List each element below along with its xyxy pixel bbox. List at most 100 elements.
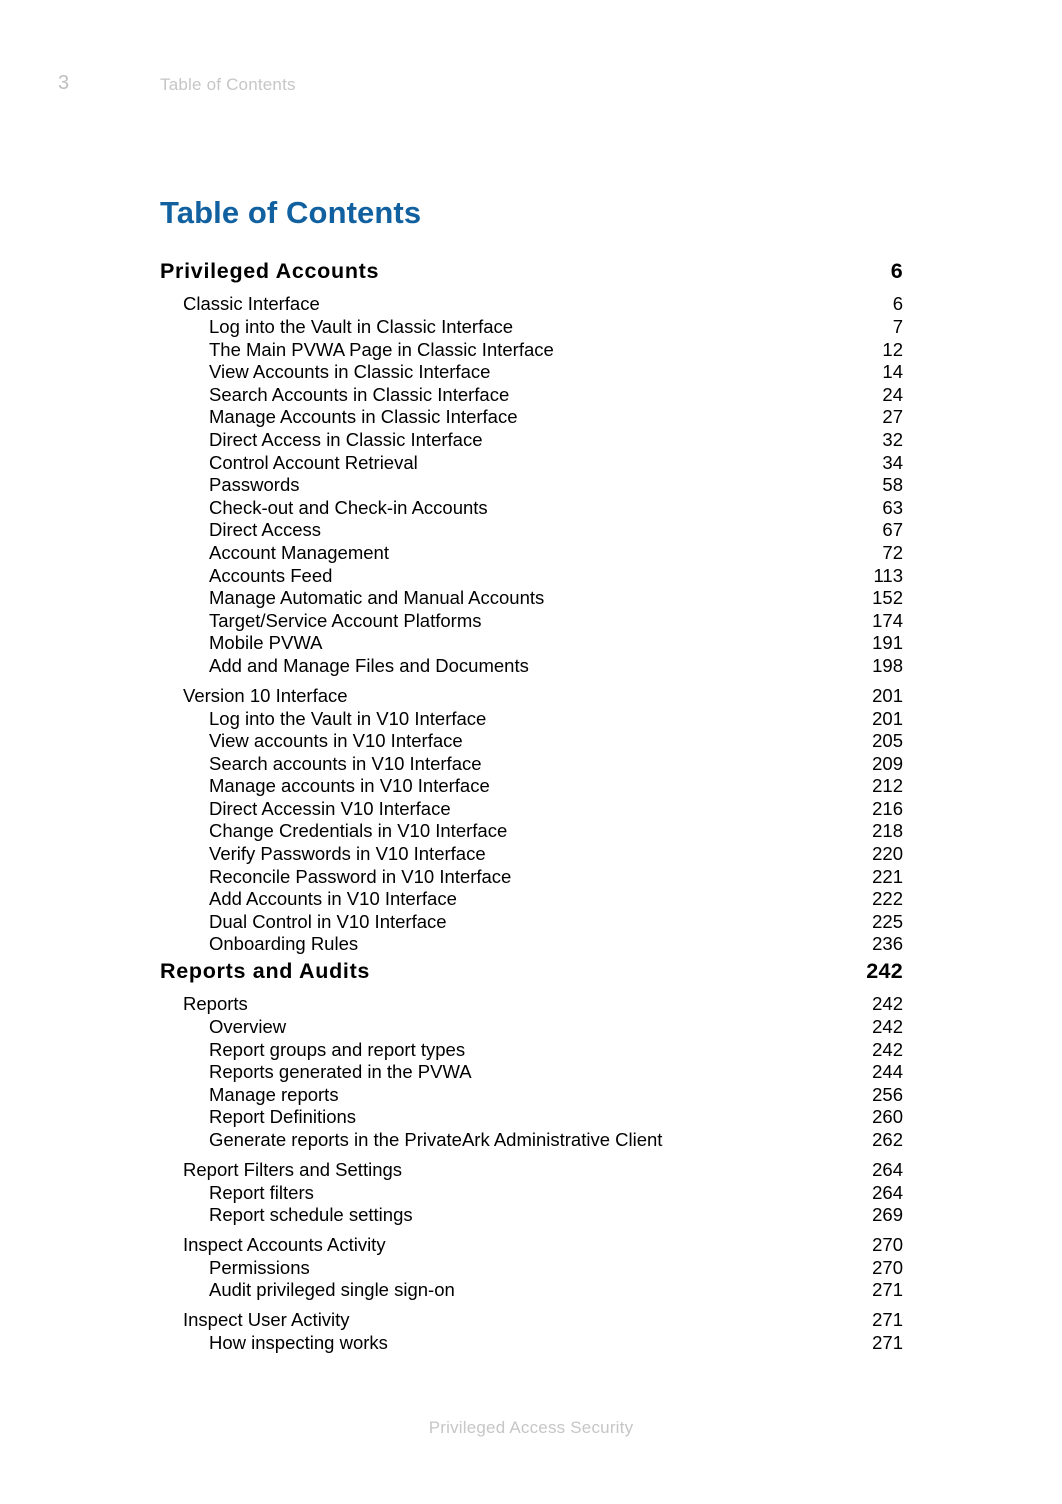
toc-entry-page-number: 7 bbox=[892, 316, 903, 337]
toc-entry[interactable]: Report Filters and Settings 264 bbox=[0, 1157, 1062, 1182]
toc-entry-page-number: 269 bbox=[872, 1204, 903, 1226]
toc-entry[interactable]: Verify Passwords in V10 Interface 220 bbox=[0, 843, 1062, 866]
toc-entry[interactable]: Manage accounts in V10 Interface 212 bbox=[0, 775, 1062, 798]
toc-entry-title: Manage Automatic and Manual Accounts bbox=[209, 587, 545, 609]
toc-entry-page-number: 201 bbox=[872, 707, 903, 729]
toc-entry[interactable]: Direct Accessin V10 Interface 216 bbox=[0, 798, 1062, 821]
toc-entry-title: Direct Access in Classic Interface bbox=[209, 428, 483, 450]
toc-entry[interactable]: Search accounts in V10 Interface 209 bbox=[0, 753, 1062, 776]
header-label: Table of Contents bbox=[160, 75, 296, 94]
toc-entry-page-number: 113 bbox=[873, 564, 904, 586]
toc-entry-page-number: 242 bbox=[866, 959, 903, 984]
toc-entry[interactable]: Permissions 270 bbox=[0, 1257, 1062, 1280]
toc-entry[interactable]: Classic Interface 6 bbox=[0, 291, 1062, 316]
toc-entry[interactable]: View Accounts in Classic Interface 14 bbox=[0, 361, 1062, 384]
toc-entry-title: Inspect Accounts Activity bbox=[183, 1233, 386, 1255]
toc-entry-title: Manage Accounts in Classic Interface bbox=[209, 406, 518, 428]
toc-entry[interactable]: Onboarding Rules 236 bbox=[0, 933, 1062, 956]
toc-entry[interactable]: Log into the Vault in Classic Interface 7 bbox=[0, 316, 1062, 339]
toc-entry-page-number: 225 bbox=[872, 910, 903, 932]
toc-entry-title: Reports and Audits bbox=[160, 959, 371, 984]
toc-entry[interactable]: Version 10 Interface 201 bbox=[0, 683, 1062, 708]
toc-entry-page-number: 174 bbox=[872, 609, 903, 631]
toc-entry[interactable]: Check-out and Check-in Accounts 63 bbox=[0, 497, 1062, 520]
toc-entry-page-number: 270 bbox=[872, 1256, 903, 1278]
toc-entry-page-number: 32 bbox=[882, 428, 903, 450]
toc-entry[interactable]: Reports 242 bbox=[0, 991, 1062, 1016]
toc-entry-title: Direct Access bbox=[209, 519, 322, 541]
toc-entry-title: Search accounts in V10 Interface bbox=[209, 752, 482, 774]
toc-entry-title: Overview bbox=[209, 1016, 287, 1038]
toc-entry[interactable]: Change Credentials in V10 Interface 218 bbox=[0, 820, 1062, 843]
toc-entry-page-number: 72 bbox=[882, 541, 903, 563]
toc-entry[interactable]: Report schedule settings 269 bbox=[0, 1204, 1062, 1227]
toc-entry[interactable]: Manage Automatic and Manual Accounts 152 bbox=[0, 587, 1062, 610]
toc-entry-title: Report filters bbox=[209, 1181, 314, 1203]
toc-entry-title: The Main PVWA Page in Classic Interface bbox=[209, 338, 554, 360]
toc-entry[interactable]: The Main PVWA Page in Classic Interface 1… bbox=[0, 339, 1062, 362]
toc-entry[interactable]: Accounts Feed 113 bbox=[0, 565, 1062, 588]
toc-entry-title: Generate reports in the PrivateArk Admin… bbox=[209, 1129, 663, 1150]
toc-entry-page-number: 264 bbox=[872, 1181, 903, 1203]
toc-entry[interactable]: Account Management 72 bbox=[0, 542, 1062, 565]
toc-entry-title: Report Filters and Settings bbox=[183, 1158, 403, 1180]
toc-entry-title: Search Accounts in Classic Interface bbox=[209, 383, 510, 405]
toc-entry[interactable]: Add Accounts in V10 Interface 222 bbox=[0, 888, 1062, 911]
toc-entry-title: Passwords bbox=[209, 474, 300, 496]
toc-entry-page-number: 34 bbox=[882, 451, 903, 473]
toc-entry-page-number: 271 bbox=[872, 1331, 903, 1353]
toc-entry-page-number: 14 bbox=[882, 361, 903, 383]
toc-entry-title: Add Accounts in V10 Interface bbox=[209, 888, 457, 910]
toc-entry[interactable]: Dual Control in V10 Interface 225 bbox=[0, 911, 1062, 934]
toc-entry[interactable]: Log into the Vault in V10 Interface 201 bbox=[0, 708, 1062, 731]
toc-entry[interactable]: Inspect User Activity 271 bbox=[0, 1307, 1062, 1332]
toc-entry-title: Inspect User Activity bbox=[183, 1308, 350, 1330]
toc-entry-title: Manage accounts in V10 Interface bbox=[209, 775, 490, 797]
toc-entry-title: View accounts in V10 Interface bbox=[209, 730, 463, 752]
toc-entry[interactable]: Target/Service Account Platforms 174 bbox=[0, 610, 1062, 633]
toc-entry[interactable]: Manage reports 256 bbox=[0, 1084, 1062, 1107]
toc-entry[interactable]: Search Accounts in Classic Interface 24 bbox=[0, 384, 1062, 407]
toc-entry-page-number: 264 bbox=[872, 1158, 903, 1180]
toc-entry-page-number: 271 bbox=[872, 1308, 903, 1330]
toc-entry-title: Reconcile Password in V10 Interface bbox=[209, 865, 512, 887]
toc-entry-page-number: 244 bbox=[872, 1061, 903, 1083]
toc-entry-title: Reports bbox=[183, 993, 248, 1015]
toc-entry-page-number: 63 bbox=[882, 496, 903, 518]
toc-entry-title: Verify Passwords in V10 Interface bbox=[209, 843, 486, 865]
toc-entry-page-number: 222 bbox=[872, 888, 903, 910]
toc-entry[interactable]: Report Definitions 260 bbox=[0, 1106, 1062, 1129]
toc-entry-title: Control Account Retrieval bbox=[209, 451, 418, 473]
toc-entry[interactable]: View accounts in V10 Interface 205 bbox=[0, 730, 1062, 753]
toc-section-entry[interactable]: Privileged Accounts 6 bbox=[0, 256, 1062, 286]
toc-entry[interactable]: Reconcile Password in V10 Interface 221 bbox=[0, 866, 1062, 889]
toc-entry-page-number: 262 bbox=[872, 1129, 903, 1150]
toc-entry[interactable]: How inspecting works 271 bbox=[0, 1332, 1062, 1355]
toc-entry[interactable]: Reports generated in the PVWA 244 bbox=[0, 1061, 1062, 1084]
toc-entry[interactable]: Control Account Retrieval 34 bbox=[0, 452, 1062, 475]
running-header: 3 Table of Contents bbox=[0, 72, 1062, 102]
toc-entry[interactable]: Generate reports in the PrivateArk Admin… bbox=[0, 1129, 1062, 1152]
toc-entry[interactable]: Report filters 264 bbox=[0, 1182, 1062, 1205]
toc-entry-title: Account Management bbox=[209, 541, 389, 563]
toc-entry[interactable]: Direct Access in Classic Interface 32 bbox=[0, 429, 1062, 452]
toc-entry-page-number: 270 bbox=[872, 1233, 903, 1255]
toc-entry[interactable]: Mobile PVWA 191 bbox=[0, 632, 1062, 655]
toc-entry[interactable]: Passwords 58 bbox=[0, 474, 1062, 497]
toc-entry[interactable]: Audit privileged single sign-on 271 bbox=[0, 1279, 1062, 1302]
toc-entry-page-number: 24 bbox=[882, 383, 903, 405]
toc-entry-title: Manage reports bbox=[209, 1083, 339, 1105]
toc-entry-title: Accounts Feed bbox=[209, 564, 333, 586]
toc-entry[interactable]: Report groups and report types 242 bbox=[0, 1039, 1062, 1062]
toc-entry-title: Report schedule settings bbox=[209, 1204, 413, 1226]
toc-entry-page-number: 236 bbox=[872, 933, 903, 955]
toc-entry-title: Change Credentials in V10 Interface bbox=[209, 820, 508, 842]
toc-entry-page-number: 271 bbox=[872, 1279, 903, 1301]
toc-entry[interactable]: Manage Accounts in Classic Interface 27 bbox=[0, 406, 1062, 429]
toc-entry[interactable]: Overview 242 bbox=[0, 1016, 1062, 1039]
toc-entry[interactable]: Direct Access 67 bbox=[0, 519, 1062, 542]
toc-entry[interactable]: Inspect Accounts Activity 270 bbox=[0, 1232, 1062, 1257]
toc-entry[interactable]: Add and Manage Files and Documents 198 bbox=[0, 655, 1062, 678]
toc-section-entry[interactable]: Reports and Audits 242 bbox=[0, 956, 1062, 986]
toc-entry-page-number: 12 bbox=[882, 338, 903, 360]
